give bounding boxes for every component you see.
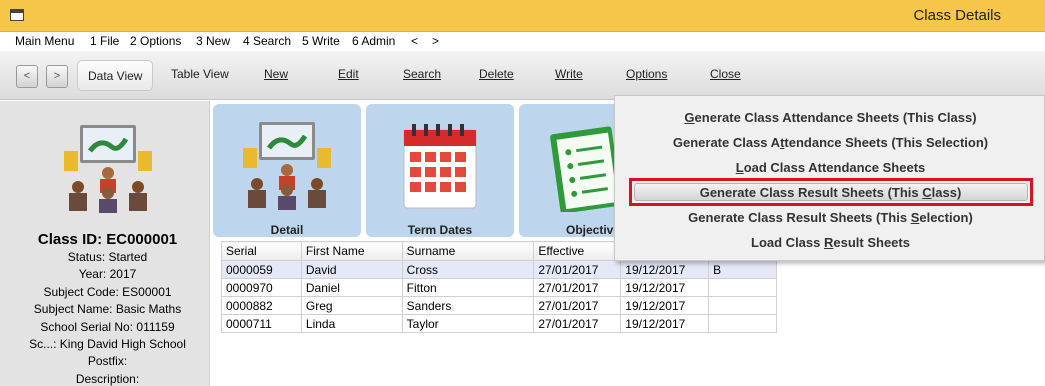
subject-code-field: Subject Code: ES00001 <box>43 285 172 299</box>
column-header-effective[interactable]: Effective <box>533 241 622 261</box>
menu-admin[interactable]: 6 Admin <box>352 34 395 48</box>
school-serial-field: School Serial No: 011159 <box>40 320 175 334</box>
toolbar: < > Data View Table View New Edit Search… <box>0 51 1045 100</box>
cell-first-name: Greg <box>300 296 403 315</box>
column-header-first-name[interactable]: First Name <box>300 241 403 261</box>
menu-new[interactable]: 3 New <box>196 34 230 48</box>
cell-extra <box>708 296 777 315</box>
menu-item-generate-attendance-selection[interactable]: Generate Class Attendance Sheets (This S… <box>615 135 1045 150</box>
cell-surname: Fitton <box>401 278 535 297</box>
cell-end-date: 19/12/2017 <box>620 278 710 297</box>
menu-scroll-left[interactable]: < <box>411 34 418 48</box>
cell-surname: Cross <box>401 260 535 279</box>
classroom-icon <box>243 122 331 210</box>
cell-surname: Taylor <box>401 314 535 333</box>
menu-options[interactable]: 2 Options <box>130 34 181 48</box>
year-field: Year: 2017 <box>78 267 137 281</box>
cell-serial: 0000711 <box>221 314 302 333</box>
menu-scroll-right[interactable]: > <box>432 34 439 48</box>
column-header-surname[interactable]: Surname <box>401 241 535 261</box>
menu-search[interactable]: 4 Search <box>243 34 291 48</box>
subject-name-field: Subject Name: Basic Maths <box>33 302 182 316</box>
cell-end-date: 19/12/2017 <box>620 296 710 315</box>
cell-first-name: Linda <box>300 314 403 333</box>
term-dates-tile[interactable]: Term Dates <box>366 104 514 237</box>
menu-bar: Main Menu 1 File 2 Options 3 New 4 Searc… <box>0 32 1045 51</box>
cell-extra <box>708 314 777 333</box>
detail-tile[interactable]: Detail <box>213 104 361 237</box>
table-row[interactable]: 0000970 Daniel Fitton 27/01/2017 19/12/2… <box>221 278 777 297</box>
cell-effective: 27/01/2017 <box>533 314 622 333</box>
title-bar: Class Details <box>0 0 1045 32</box>
menu-item-load-results[interactable]: Load Class Result Sheets <box>615 235 1045 250</box>
menu-item-generate-attendance-class[interactable]: Generate Class Attendance Sheets (This C… <box>615 110 1045 125</box>
cell-effective: 27/01/2017 <box>533 296 622 315</box>
new-button[interactable]: New <box>264 67 288 81</box>
cell-end-date: 19/12/2017 <box>620 260 710 279</box>
cell-extra <box>708 278 777 297</box>
cell-effective: 27/01/2017 <box>533 260 622 279</box>
cell-first-name: David <box>300 260 403 279</box>
close-button[interactable]: Close <box>710 67 741 81</box>
class-summary-panel: Class ID: EC000001 Status: Started Year:… <box>0 101 210 386</box>
class-id-heading: Class ID: EC000001 <box>37 231 178 248</box>
cell-serial: 0000059 <box>221 260 302 279</box>
cell-end-date: 19/12/2017 <box>620 314 710 333</box>
back-button[interactable]: < <box>16 65 38 88</box>
delete-button[interactable]: Delete <box>479 67 514 81</box>
window-icon[interactable] <box>10 9 24 21</box>
cell-surname: Sanders <box>401 296 535 315</box>
detail-tile-label: Detail <box>270 223 304 237</box>
search-button[interactable]: Search <box>403 67 441 81</box>
postfix-field: Postfix: <box>87 354 128 368</box>
cell-serial: 0000882 <box>221 296 302 315</box>
menu-main[interactable]: Main Menu <box>15 34 74 48</box>
table-view-button[interactable]: Table View <box>171 67 229 81</box>
options-button[interactable]: Options <box>626 67 667 81</box>
menu-write[interactable]: 5 Write <box>302 34 340 48</box>
menu-item-generate-results-class[interactable]: Generate Class Result Sheets (This Class… <box>615 185 1045 200</box>
cell-first-name: Daniel <box>300 278 403 297</box>
cell-extra: B <box>708 260 777 279</box>
classroom-icon <box>64 125 152 213</box>
cell-effective: 27/01/2017 <box>533 278 622 297</box>
column-header-serial[interactable]: Serial <box>221 241 302 261</box>
cell-serial: 0000970 <box>221 278 302 297</box>
data-view-button[interactable]: Data View <box>77 60 154 91</box>
write-button[interactable]: Write <box>555 67 583 81</box>
window-title: Class Details <box>913 7 1001 24</box>
calendar-icon <box>403 124 477 209</box>
table-row[interactable]: 0000059 David Cross 27/01/2017 19/12/201… <box>221 260 777 279</box>
table-row[interactable]: 0000711 Linda Taylor 27/01/2017 19/12/20… <box>221 314 777 333</box>
forward-button[interactable]: > <box>46 65 68 88</box>
term-dates-tile-label: Term Dates <box>407 223 473 237</box>
menu-item-load-attendance[interactable]: Load Class Attendance Sheets <box>615 160 1045 175</box>
menu-file[interactable]: 1 File <box>90 34 119 48</box>
table-row[interactable]: 0000882 Greg Sanders 27/01/2017 19/12/20… <box>221 296 777 315</box>
menu-item-generate-results-selection[interactable]: Generate Class Result Sheets (This Selec… <box>615 210 1045 225</box>
options-dropdown-menu: Generate Class Attendance Sheets (This C… <box>614 95 1045 261</box>
edit-button[interactable]: Edit <box>338 67 359 81</box>
description-field: Description: <box>75 372 140 386</box>
school-name-field: Sc...: King David High School <box>29 337 186 351</box>
status-field: Status: Started <box>67 250 148 264</box>
